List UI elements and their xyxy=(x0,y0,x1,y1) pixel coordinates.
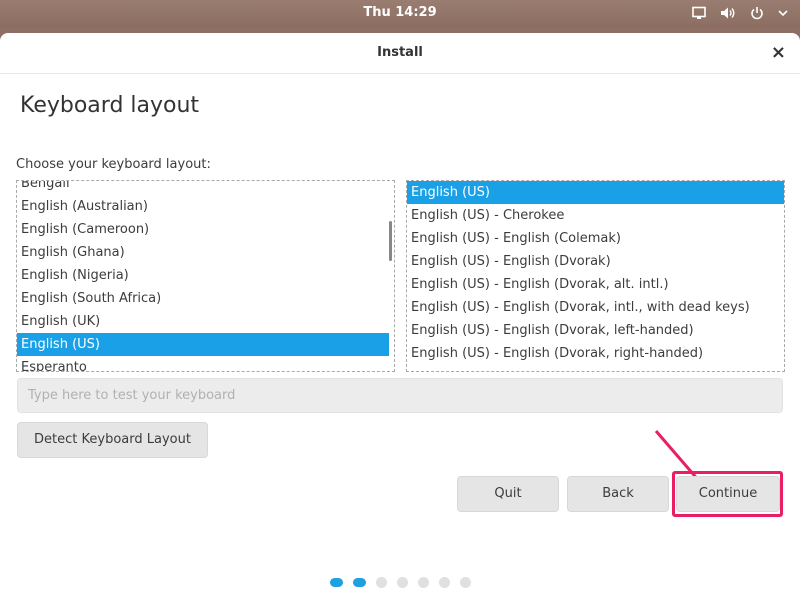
layout-list[interactable]: Bengali English (Australian) English (Ca… xyxy=(16,180,395,372)
list-item[interactable]: English (Ghana) xyxy=(17,241,389,264)
screen-icon[interactable] xyxy=(692,6,706,20)
keyboard-test-input[interactable] xyxy=(17,378,783,413)
progress-dot xyxy=(352,578,366,587)
detect-layout-button[interactable]: Detect Keyboard Layout xyxy=(17,422,208,458)
quit-button[interactable]: Quit xyxy=(457,476,559,512)
list-item[interactable]: English (Nigeria) xyxy=(17,264,389,287)
top-bar: Thu 14:29 xyxy=(0,0,800,28)
list-item[interactable]: English (US) - English (Colemak) xyxy=(407,227,784,250)
title-bar: Install × xyxy=(0,33,800,74)
clock[interactable]: Thu 14:29 xyxy=(0,5,800,20)
choose-layout-label: Choose your keyboard layout: xyxy=(16,157,211,172)
power-icon[interactable] xyxy=(750,6,764,20)
list-item[interactable]: English (US) - English (Dvorak, left-han… xyxy=(407,319,784,342)
list-item[interactable]: English (South Africa) xyxy=(17,287,389,310)
list-item-selected[interactable]: English (US) xyxy=(17,333,389,356)
installer-window: Install × Keyboard layout Choose your ke… xyxy=(0,33,800,600)
close-button[interactable]: × xyxy=(771,42,786,63)
list-item[interactable]: English (US) - English (Dvorak) xyxy=(407,250,784,273)
progress-dots xyxy=(0,577,800,588)
progress-dot xyxy=(417,577,429,588)
progress-dot xyxy=(396,577,408,588)
back-button[interactable]: Back xyxy=(567,476,669,512)
page-title: Keyboard layout xyxy=(20,93,200,118)
list-item[interactable]: English (US) - English (Dvorak, right-ha… xyxy=(407,342,784,365)
list-item[interactable]: Bengali xyxy=(17,181,389,195)
chevron-down-icon[interactable] xyxy=(778,6,788,20)
system-tray[interactable] xyxy=(692,6,788,20)
volume-icon[interactable] xyxy=(720,6,736,20)
continue-button[interactable]: Continue xyxy=(676,476,780,512)
list-item[interactable]: English (Cameroon) xyxy=(17,218,389,241)
variant-list[interactable]: English (US) English (US) - Cherokee Eng… xyxy=(406,180,785,372)
list-item[interactable]: English (US) - Cherokee xyxy=(407,204,784,227)
progress-dot xyxy=(438,577,450,588)
list-item[interactable]: English (US) - English (Dvorak, alt. int… xyxy=(407,273,784,296)
list-item[interactable]: English (US) - English (Dvorak, intl., w… xyxy=(407,296,784,319)
window-title: Install xyxy=(377,45,423,60)
scrollbar[interactable] xyxy=(389,221,392,261)
progress-dot xyxy=(459,577,471,588)
list-item[interactable]: English (Australian) xyxy=(17,195,389,218)
list-item[interactable]: Esperanto xyxy=(17,356,389,371)
list-item-selected[interactable]: English (US) xyxy=(407,181,784,204)
progress-dot xyxy=(329,578,343,587)
list-item[interactable]: English (UK) xyxy=(17,310,389,333)
progress-dot xyxy=(375,577,387,588)
